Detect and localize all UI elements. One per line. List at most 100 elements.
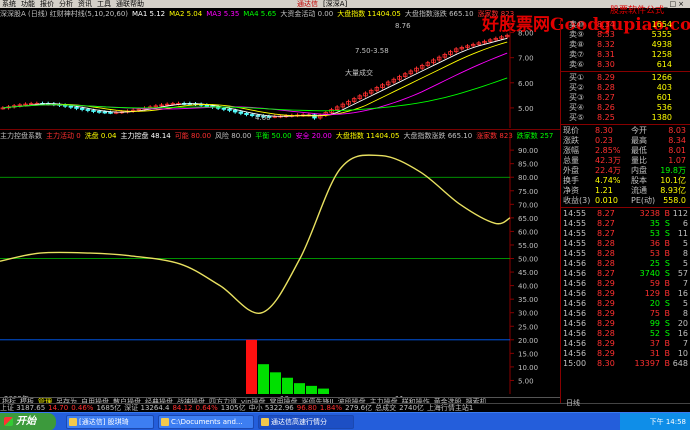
stat-row: 换手 4.74% 股本 10.1亿 <box>561 176 690 186</box>
candle <box>448 49 453 57</box>
stat-key: 股本 <box>631 176 647 185</box>
app-icon <box>161 418 169 426</box>
red-bar <box>246 339 257 394</box>
sell-order-price: 8.31 <box>597 50 615 59</box>
task-label: C:\Documents and... <box>171 418 243 426</box>
ticker-item-12: 总成交 <box>375 404 397 412</box>
buy-order-row[interactable]: 买④ 8.26 536 <box>561 103 690 113</box>
start-button[interactable]: 开始 <box>0 413 56 430</box>
green-bar <box>306 385 317 394</box>
sell-order-row[interactable]: 卖⑥ 8.30 614 <box>561 60 690 70</box>
ticker-item-14: 上海行情主站1 <box>426 404 474 412</box>
trade-row: 14:56 8.29 20 S 5 <box>561 299 690 309</box>
indicator-y-tick: 75.00 <box>518 188 538 196</box>
trade-time: 14:56 <box>563 319 587 328</box>
stat-value: 22.4万 <box>595 166 621 175</box>
stat-value: 0.010 <box>595 196 618 205</box>
trade-row: 14:56 8.28 25 S 5 <box>561 259 690 269</box>
trade-price: 8.29 <box>597 339 615 348</box>
green-bar <box>258 364 269 394</box>
ticker-item-7: 1305亿 <box>220 404 246 412</box>
menu-item-5[interactable]: 工具 <box>97 0 111 8</box>
stat-value: 4.74% <box>595 176 621 185</box>
trade-time: 15:00 <box>563 359 587 368</box>
stat-row: 涨跌 0.23 最高 8.34 <box>561 136 690 146</box>
buy-order-label: 买② <box>569 83 585 92</box>
trade-side: S <box>664 259 670 268</box>
indicator-svg[interactable]: 90.00 85.00 80.00 75.00 70.00 65.00 60.00 55.00… <box>0 132 560 403</box>
menu-item-6[interactable]: 通联帮助 <box>116 0 144 8</box>
trade-row: 14:55 8.27 35 S 6 <box>561 219 690 229</box>
candle <box>431 58 436 65</box>
trade-time: 14:56 <box>563 339 587 348</box>
indicator-chart[interactable]: 90.00 85.00 80.00 75.00 70.00 65.00 60.00 55.00… <box>0 132 560 410</box>
trade-time: 14:56 <box>563 349 587 358</box>
price-header-item-0: 深深股A (日线) 红财神村线(5,10,20,60) <box>0 10 129 18</box>
trade-side: S <box>664 329 670 338</box>
trade-side: S <box>664 299 670 308</box>
stat-row: 涨幅 2.85% 最低 8.01 <box>561 146 690 156</box>
menu-item-4[interactable]: 资讯 <box>78 0 92 8</box>
trade-price: 8.27 <box>597 219 615 228</box>
menu-item-0[interactable]: 系统 <box>2 0 16 8</box>
stat-value: 8.30 <box>595 126 613 135</box>
candle <box>340 102 346 109</box>
stat-key: 今开 <box>631 126 647 135</box>
trade-time: 14:55 <box>563 229 587 238</box>
trade-volume: 13397 <box>634 359 660 368</box>
sell-order-row[interactable]: 卖⑨ 8.33 5355 <box>561 30 690 40</box>
price-annotation-low: 4.60 <box>255 114 271 122</box>
candle <box>108 110 113 115</box>
trade-side: B <box>664 209 671 218</box>
app-title: 通达信 <box>297 0 318 8</box>
trade-row: 14:55 8.27 53 S 11 <box>561 229 690 239</box>
stat-value: 0.23 <box>595 136 613 145</box>
stat-key: 涨幅 <box>563 146 579 155</box>
price-annotation-volume: 大量成交 <box>345 68 373 77</box>
taskbar-task-0[interactable]: [通达信] 股琪琦 <box>66 415 154 429</box>
order-book-divider <box>561 71 690 72</box>
trade-volume: 53 <box>649 249 660 258</box>
candle <box>442 52 448 59</box>
moving-average-line-4 <box>2 77 508 112</box>
buy-order-row[interactable]: 买③ 8.27 601 <box>561 93 690 103</box>
windows-taskbar: 开始 [通达信] 股琪琦 C:\Documents and... 通达信高速行情分 … <box>0 412 690 430</box>
taskbar-task-1[interactable]: C:\Documents and... <box>158 415 254 429</box>
candle <box>504 33 510 39</box>
price-annotation-high: 8.76 <box>395 22 411 30</box>
ticker-item-0: 上证 3187.65 <box>0 404 46 412</box>
trade-count: 8 <box>682 249 688 258</box>
stat-key: 总量 <box>563 156 579 165</box>
buy-order-row[interactable]: 买① 8.29 1266 <box>561 73 690 83</box>
trade-volume: 31 <box>649 349 660 358</box>
stat-key: 量比 <box>631 156 647 165</box>
stat-value: 558.0 <box>663 196 686 205</box>
buy-order-row[interactable]: 买⑤ 8.25 1380 <box>561 113 690 123</box>
buy-order-label: 买⑤ <box>569 113 585 122</box>
menu-item-3[interactable]: 分析 <box>59 0 73 8</box>
buy-order-price: 8.27 <box>597 93 615 102</box>
sell-order-label: 卖⑦ <box>569 50 585 59</box>
menu-item-2[interactable]: 报价 <box>40 0 54 8</box>
candlestick-chart[interactable]: 8.00 7.00 6.00 5.00 7.50-3.58 大量成交 4.60 8.76 <box>0 20 560 130</box>
stat-row: 现价 8.30 今开 8.03 <box>561 126 690 136</box>
ticker-item-6: 0.64% <box>195 404 218 412</box>
buy-order-label: 买④ <box>569 103 585 112</box>
candle <box>402 71 408 79</box>
buy-order-row[interactable]: 买② 8.28 403 <box>561 83 690 93</box>
control-coefficient-line <box>0 154 511 314</box>
price-chart[interactable]: 8.00 7.00 6.00 5.00 7.50-3.58 大量成交 4.60 8.76 <box>0 20 560 130</box>
trade-time: 14:55 <box>563 209 587 218</box>
candle <box>368 88 374 95</box>
sell-order-volume: 4938 <box>651 40 672 49</box>
taskbar-task-2[interactable]: 通达信高速行情分 <box>258 415 354 429</box>
menu-item-1[interactable]: 功能 <box>21 0 35 8</box>
sell-order-row[interactable]: 卖⑦ 8.31 1258 <box>561 50 690 60</box>
sell-order-row[interactable]: 卖⑩ 8.34 1654 <box>561 20 690 30</box>
candle <box>346 99 351 106</box>
candle <box>374 85 380 93</box>
app-icon <box>69 418 77 426</box>
sell-order-row[interactable]: 卖⑧ 8.32 4938 <box>561 40 690 50</box>
price-header-item-4: MA4 5.65 <box>243 10 277 18</box>
candle <box>351 96 357 104</box>
